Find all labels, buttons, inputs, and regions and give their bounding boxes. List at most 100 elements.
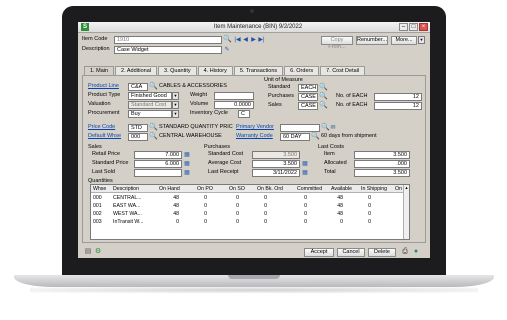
warranty-code-input[interactable]: 60 DAY [280, 133, 310, 141]
close-button[interactable]: × [419, 23, 428, 31]
tab-additional[interactable]: 2. Additional [115, 66, 158, 75]
procurement-select[interactable]: Buy [128, 110, 172, 118]
printer-setup-icon[interactable]: ▤ [84, 248, 92, 256]
col-on-hand[interactable]: On Hand [159, 185, 180, 193]
maximize-button[interactable]: □ [409, 23, 418, 31]
scroll-up-icon[interactable]: ▲ [404, 185, 409, 191]
table-row[interactable]: 002 WEST WA... 48 0 0 0 0 48 0 [91, 210, 404, 218]
col-available[interactable]: Available [331, 185, 352, 193]
average-cost-label: Average Cost [208, 160, 242, 166]
copy-from-button[interactable]: Copy From... [321, 36, 353, 50]
last-cost-allocated-label: Allocated [324, 160, 347, 166]
table-row[interactable]: 001 EAST WA... 48 0 0 0 0 48 0 [91, 202, 404, 210]
col-on[interactable]: On [395, 185, 402, 193]
default-whse-input[interactable]: 000 [128, 133, 148, 141]
table-row[interactable]: 000 CENTRAL... 48 0 0 0 0 48 0 [91, 194, 404, 202]
col-on-bk-ord[interactable]: On Bk. Ord [257, 185, 283, 193]
average-cost-calc-icon[interactable]: ▦ [301, 160, 309, 168]
standard-price-calc-icon[interactable]: ▦ [183, 160, 191, 168]
warranty-code-link[interactable]: Warranty Code [236, 133, 273, 140]
valuation-label: Valuation [88, 101, 111, 107]
more-dropdown-icon[interactable]: ▼ [418, 36, 425, 44]
weight-label: Weight [190, 92, 208, 98]
last-cost-item-input[interactable]: 3.500 [354, 151, 410, 159]
last-receipt-calendar-icon[interactable]: ▦ [301, 169, 309, 177]
inventory-cycle-input[interactable]: C [238, 110, 250, 118]
last-sold-input[interactable] [134, 169, 182, 177]
cell-on-so: 0 [236, 211, 239, 217]
col-description[interactable]: Description [113, 185, 139, 193]
standard-price-input[interactable]: 6.000 [134, 160, 182, 168]
first-record-icon[interactable]: |◀ [234, 36, 241, 44]
print-icon[interactable]: ⎙ [401, 248, 409, 256]
col-on-po[interactable]: On PO [197, 185, 213, 193]
col-on-so[interactable]: On SO [229, 185, 245, 193]
volume-input[interactable]: 0.0000 [214, 101, 254, 109]
vendor-memo-icon[interactable]: ✉ [329, 124, 337, 132]
tab-cost-detail[interactable]: 7. Cost Detail [320, 66, 366, 75]
last-receipt-input[interactable]: 3/11/2022 [252, 169, 300, 177]
item-code-input[interactable]: 1910 [114, 36, 222, 44]
retail-price-calc-icon[interactable]: ▦ [183, 151, 191, 159]
product-line-input[interactable]: C&A [128, 83, 148, 91]
grid-vertical-scrollbar[interactable]: ▲ [403, 185, 409, 239]
memo-icon[interactable]: ✎ [223, 46, 231, 54]
help-icon[interactable]: ● [412, 248, 420, 256]
cell-on-bk-ord: 0 [264, 219, 267, 225]
default-whse-link[interactable]: Default Whse [88, 133, 121, 140]
accept-button[interactable]: Accept [304, 248, 334, 257]
description-input[interactable]: Case Widget [114, 46, 222, 54]
primary-vendor-input[interactable] [280, 124, 320, 132]
uom-standard-input[interactable]: EACH [298, 84, 318, 92]
uom-sales-input[interactable]: CASE [298, 102, 318, 110]
col-in-shipping[interactable]: In Shipping [361, 185, 387, 193]
uom-sales-lookup-icon[interactable]: 🔍 [319, 102, 328, 110]
previous-record-icon[interactable]: ◀ [242, 36, 249, 44]
tab-orders[interactable]: 6. Orders [284, 66, 320, 75]
uom-standard-lookup-icon[interactable]: 🔍 [319, 84, 328, 92]
warranty-code-lookup-icon[interactable]: 🔍 [311, 133, 320, 141]
product-type-select[interactable]: Finished Good [128, 92, 172, 100]
price-code-input[interactable]: STD [128, 124, 148, 132]
price-code-lookup-icon[interactable]: 🔍 [149, 124, 158, 132]
product-line-link[interactable]: Product Line [88, 83, 119, 90]
weight-input[interactable] [214, 92, 254, 100]
no-of-each-sales-input[interactable]: 12 [374, 102, 422, 110]
average-cost-input[interactable]: 3.500 [252, 160, 300, 168]
renumber-button[interactable]: Renumber... [356, 36, 388, 45]
cell-on-bk-ord: 0 [264, 203, 267, 209]
primary-vendor-link[interactable]: Primary Vendor [236, 124, 274, 131]
table-row[interactable]: 003 InTransit W... 0 0 0 0 0 0 0 [91, 218, 404, 226]
title-bar: S Item Maintenance (BIN) 9/2/2022 – □ × [78, 22, 430, 33]
product-type-dropdown-icon[interactable]: ▼ [172, 92, 179, 100]
uom-purchases-input[interactable]: CASE [298, 93, 318, 101]
quantities-grid[interactable]: Whse Description On Hand On PO On SO On … [90, 184, 410, 240]
last-record-icon[interactable]: ▶| [258, 36, 265, 44]
primary-vendor-lookup-icon[interactable]: 🔍 [321, 124, 330, 132]
procurement-dropdown-icon[interactable]: ▼ [172, 110, 179, 118]
delete-button[interactable]: Delete [368, 248, 396, 257]
default-whse-lookup-icon[interactable]: 🔍 [149, 133, 158, 141]
cell-whse: 001 [93, 203, 102, 209]
price-code-link[interactable]: Price Code [88, 124, 115, 131]
tab-quantity[interactable]: 3. Quantity [158, 66, 197, 75]
last-cost-allocated-input[interactable]: .000 [354, 160, 410, 168]
last-cost-total-input[interactable]: 3.500 [354, 169, 410, 177]
standard-cost-label: Standard Cost [208, 151, 244, 157]
minimize-button[interactable]: – [399, 23, 408, 31]
product-line-lookup-icon[interactable]: 🔍 [149, 83, 158, 91]
no-of-each-purchases-input[interactable]: 12 [374, 93, 422, 101]
more-button[interactable]: More... [391, 36, 417, 45]
tab-transactions[interactable]: 5. Transactions [233, 66, 284, 75]
col-whse[interactable]: Whse [93, 185, 106, 193]
cancel-button[interactable]: Cancel [337, 248, 365, 257]
cell-on-po: 0 [204, 203, 207, 209]
retail-price-input[interactable]: 7.000 [134, 151, 182, 159]
next-record-icon[interactable]: ▶ [250, 36, 257, 44]
col-committed[interactable]: Committed [297, 185, 322, 193]
tab-history[interactable]: 4. History [197, 66, 233, 75]
uom-purchases-lookup-icon[interactable]: 🔍 [319, 93, 328, 101]
item-lookup-icon[interactable]: 🔍 [223, 36, 232, 44]
last-sold-calendar-icon[interactable]: ▦ [183, 169, 191, 177]
gear-icon[interactable]: ⚙ [94, 248, 102, 256]
